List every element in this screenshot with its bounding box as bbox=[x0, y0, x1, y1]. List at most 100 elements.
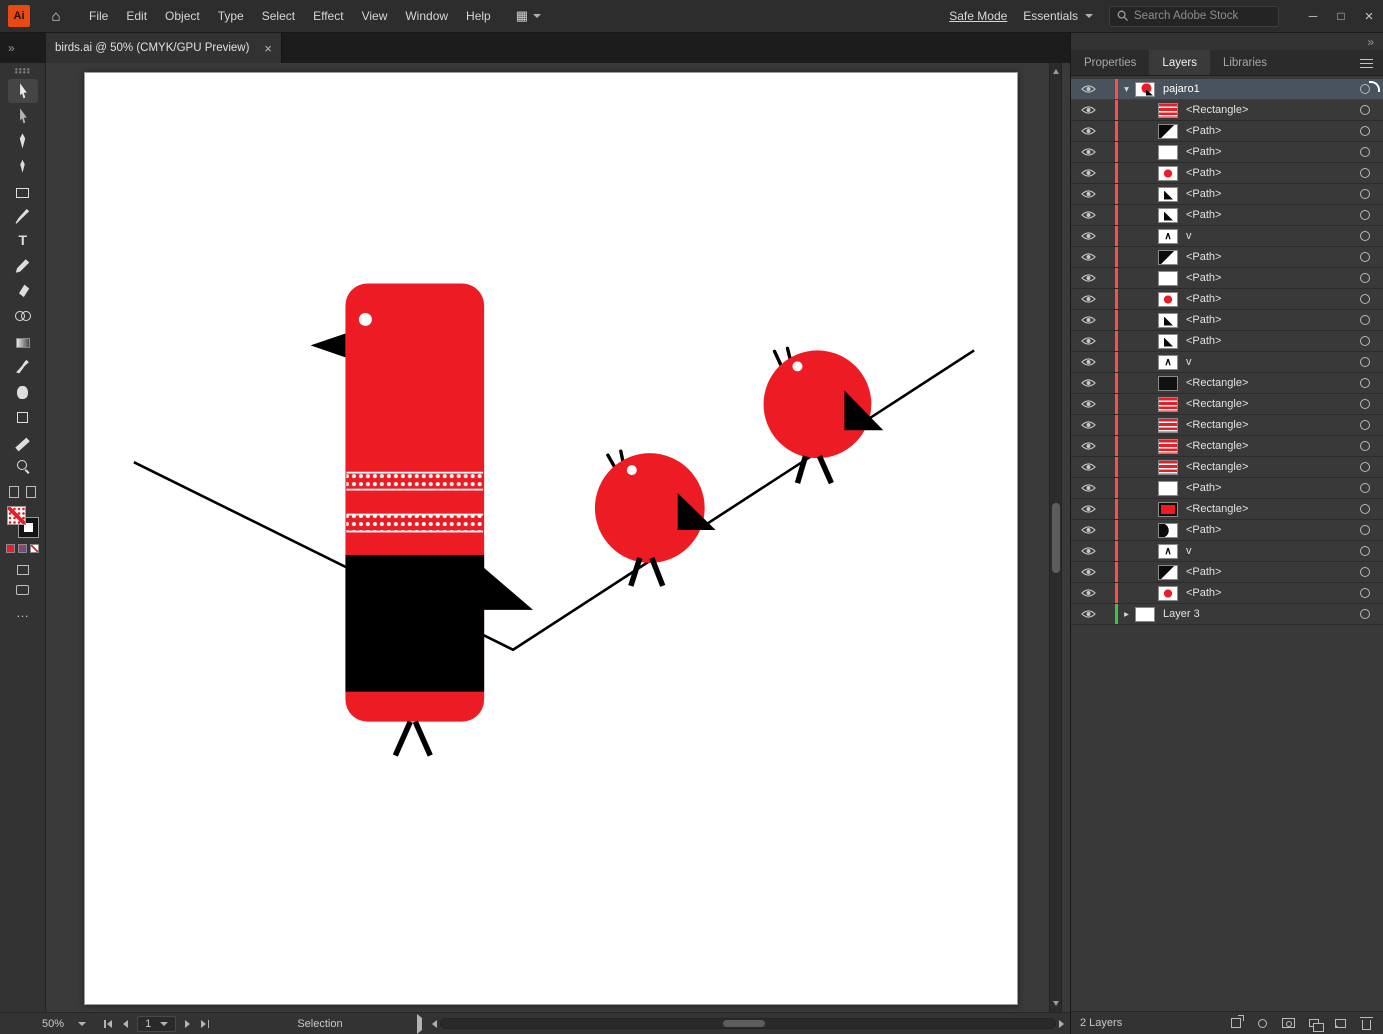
layer-target-icon[interactable] bbox=[1360, 168, 1370, 178]
layer-thumbnail[interactable] bbox=[1158, 522, 1178, 538]
rectangle-tool[interactable] bbox=[8, 179, 38, 203]
layer-target-icon[interactable] bbox=[1360, 588, 1370, 598]
visibility-toggle[interactable] bbox=[1071, 609, 1105, 619]
layer-target-icon[interactable] bbox=[1360, 231, 1370, 241]
zoom-tool[interactable] bbox=[8, 454, 38, 478]
layer-name[interactable]: Layer 3 bbox=[1163, 608, 1360, 620]
layer-target-icon[interactable] bbox=[1360, 378, 1370, 388]
gradient-swatch[interactable] bbox=[18, 544, 27, 553]
layer-target-icon[interactable] bbox=[1360, 567, 1370, 577]
home-icon[interactable]: ⌂ bbox=[44, 8, 68, 25]
panel-menu-icon[interactable] bbox=[1360, 59, 1373, 68]
layer-row[interactable]: <Path> bbox=[1071, 205, 1383, 226]
layer-name[interactable]: <Rectangle> bbox=[1186, 419, 1360, 431]
layer-row[interactable]: <Rectangle> bbox=[1071, 415, 1383, 436]
layer-thumbnail[interactable] bbox=[1158, 480, 1178, 496]
scroll-right-arrow[interactable] bbox=[1059, 1019, 1064, 1028]
layer-thumbnail[interactable] bbox=[1158, 186, 1178, 202]
layer-row[interactable]: v bbox=[1071, 352, 1383, 373]
visibility-toggle[interactable] bbox=[1071, 315, 1105, 325]
fill-swatch[interactable] bbox=[7, 506, 26, 525]
layer-row[interactable]: <Rectangle> bbox=[1071, 100, 1383, 121]
color-swatch[interactable] bbox=[6, 544, 15, 553]
delete-selection-button[interactable] bbox=[1358, 1015, 1374, 1031]
visibility-toggle[interactable] bbox=[1071, 168, 1105, 178]
layer-row[interactable]: <Rectangle> bbox=[1071, 394, 1383, 415]
layer-thumbnail[interactable] bbox=[1158, 270, 1178, 286]
collect-export-button[interactable] bbox=[1228, 1015, 1244, 1031]
first-artboard-button[interactable] bbox=[102, 1018, 114, 1030]
layer-thumbnail[interactable] bbox=[1158, 501, 1178, 517]
panel-collapse-chevron[interactable]: » bbox=[1367, 35, 1374, 49]
layer-target-icon[interactable] bbox=[1360, 273, 1370, 283]
visibility-toggle[interactable] bbox=[1071, 546, 1105, 556]
layer-target-icon[interactable] bbox=[1360, 210, 1370, 220]
scroll-left-arrow[interactable] bbox=[431, 1019, 437, 1028]
layer-name[interactable]: <Rectangle> bbox=[1186, 440, 1360, 452]
layer-thumbnail[interactable] bbox=[1158, 123, 1178, 139]
draw-normal-icon[interactable] bbox=[9, 486, 19, 498]
layer-row[interactable]: <Path> bbox=[1071, 583, 1383, 604]
layer-row[interactable]: <Path> bbox=[1071, 163, 1383, 184]
layer-row[interactable]: Layer 3 bbox=[1071, 604, 1383, 625]
layer-name[interactable]: <Path> bbox=[1186, 566, 1360, 578]
layer-target-icon[interactable] bbox=[1360, 147, 1370, 157]
locate-object-button[interactable] bbox=[1254, 1015, 1270, 1031]
last-artboard-button[interactable] bbox=[199, 1018, 211, 1030]
layer-thumbnail[interactable] bbox=[1158, 375, 1178, 391]
toolbar-grip[interactable] bbox=[14, 68, 31, 74]
visibility-toggle[interactable] bbox=[1071, 462, 1105, 472]
menu-effect[interactable]: Effect bbox=[304, 0, 352, 33]
status-expand-arrow[interactable] bbox=[415, 1013, 424, 1034]
next-artboard-button[interactable] bbox=[183, 1018, 192, 1030]
document-tab[interactable]: birds.ai @ 50% (CMYK/GPU Preview) × bbox=[46, 33, 282, 63]
workspace-switcher[interactable]: Essentials bbox=[1023, 9, 1093, 23]
layer-target-icon[interactable] bbox=[1360, 252, 1370, 262]
app-logo-icon[interactable]: Ai bbox=[8, 5, 30, 27]
menu-help[interactable]: Help bbox=[457, 0, 500, 33]
layer-target-icon[interactable] bbox=[1360, 315, 1370, 325]
draw-behind-icon[interactable] bbox=[26, 486, 36, 498]
maximize-button[interactable]: □ bbox=[1327, 0, 1355, 33]
visibility-toggle[interactable] bbox=[1071, 483, 1105, 493]
layer-thumbnail[interactable] bbox=[1158, 165, 1178, 181]
scroll-up-arrow[interactable] bbox=[1053, 69, 1059, 74]
scroll-down-arrow[interactable] bbox=[1053, 1001, 1059, 1006]
horizontal-scroll-thumb[interactable] bbox=[723, 1020, 766, 1027]
layer-target-icon[interactable] bbox=[1360, 483, 1370, 493]
layer-target-icon[interactable] bbox=[1360, 504, 1370, 514]
layer-row[interactable]: <Path> bbox=[1071, 331, 1383, 352]
layer-thumbnail[interactable] bbox=[1158, 438, 1178, 454]
layer-name[interactable]: <Rectangle> bbox=[1186, 503, 1360, 515]
visibility-toggle[interactable] bbox=[1071, 84, 1105, 94]
arrange-documents-control[interactable]: ▦ bbox=[516, 8, 542, 24]
layer-row[interactable]: <Rectangle> bbox=[1071, 499, 1383, 520]
layer-thumbnail[interactable] bbox=[1135, 81, 1155, 97]
visibility-toggle[interactable] bbox=[1071, 231, 1105, 241]
tab-layers[interactable]: Layers bbox=[1149, 50, 1210, 75]
visibility-toggle[interactable] bbox=[1071, 399, 1105, 409]
layer-thumbnail[interactable] bbox=[1158, 564, 1178, 580]
visibility-toggle[interactable] bbox=[1071, 420, 1105, 430]
layer-thumbnail[interactable] bbox=[1158, 207, 1178, 223]
close-button[interactable]: × bbox=[1355, 0, 1383, 33]
layer-name[interactable]: v bbox=[1186, 545, 1360, 557]
visibility-toggle[interactable] bbox=[1071, 189, 1105, 199]
visibility-toggle[interactable] bbox=[1071, 357, 1105, 367]
visibility-toggle[interactable] bbox=[1071, 588, 1105, 598]
layer-row[interactable]: <Path> bbox=[1071, 289, 1383, 310]
layer-target-icon[interactable] bbox=[1360, 462, 1370, 472]
artboard-number-select[interactable]: 1 bbox=[137, 1015, 177, 1032]
zoom-level-select[interactable]: 50% bbox=[42, 1018, 87, 1030]
layer-thumbnail[interactable] bbox=[1158, 249, 1178, 265]
menu-window[interactable]: Window bbox=[396, 0, 457, 33]
layer-thumbnail[interactable] bbox=[1158, 333, 1178, 349]
visibility-toggle[interactable] bbox=[1071, 210, 1105, 220]
visibility-toggle[interactable] bbox=[1071, 105, 1105, 115]
new-layer-button[interactable] bbox=[1332, 1015, 1348, 1031]
screen-mode-button[interactable] bbox=[12, 581, 34, 598]
layer-target-icon[interactable] bbox=[1360, 357, 1370, 367]
layer-target-icon[interactable] bbox=[1360, 126, 1370, 136]
layer-thumbnail[interactable] bbox=[1158, 417, 1178, 433]
none-swatch[interactable] bbox=[30, 544, 39, 553]
